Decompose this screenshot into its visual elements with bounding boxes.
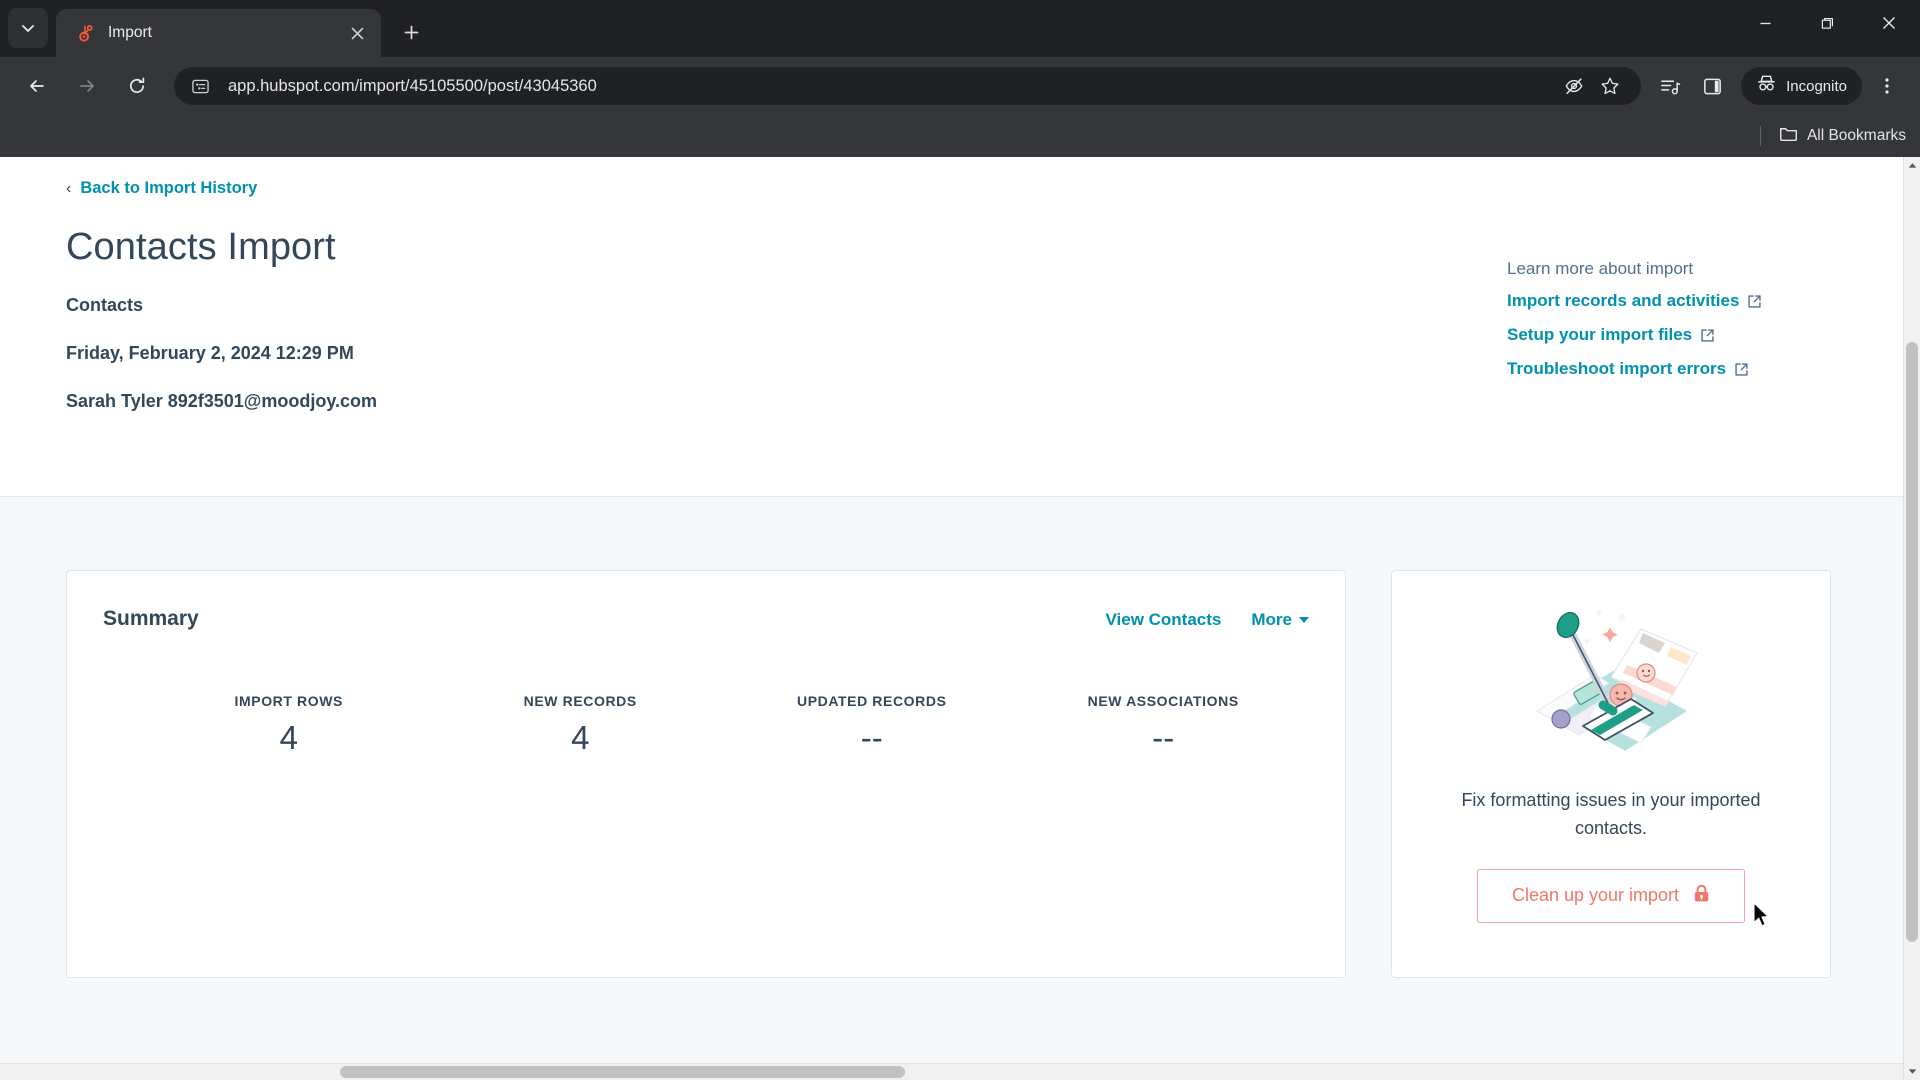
vertical-scrollbar[interactable]	[1903, 157, 1920, 1080]
stat-value: --	[1152, 719, 1175, 756]
scroll-down-arrow[interactable]	[1904, 1063, 1920, 1080]
chevron-left-icon: ‹	[66, 179, 72, 197]
window-close-button[interactable]	[1858, 0, 1920, 46]
horizontal-scrollbar-thumb[interactable]	[340, 1066, 905, 1078]
page-header-section: ‹ Back to Import History Contacts Import…	[0, 157, 1903, 497]
stat-label: IMPORT ROWS	[234, 693, 343, 709]
tab-strip: Import	[0, 0, 1920, 57]
stat-updated-records: UPDATED RECORDS --	[726, 693, 1018, 757]
page-viewport: ‹ Back to Import History Contacts Import…	[0, 157, 1920, 1080]
back-button[interactable]	[19, 68, 55, 104]
more-dropdown-button[interactable]: More	[1251, 610, 1309, 630]
back-link-label: Back to Import History	[80, 179, 258, 197]
stat-value: 4	[571, 719, 590, 756]
window-maximize-button[interactable]	[1796, 0, 1858, 46]
summary-card-header: Summary View Contacts More	[103, 607, 1309, 631]
plus-icon	[404, 25, 418, 39]
reload-button[interactable]	[119, 68, 155, 104]
forward-button[interactable]	[69, 68, 105, 104]
caret-down-icon	[1299, 617, 1309, 623]
help-link-label: Troubleshoot import errors	[1507, 359, 1727, 378]
help-link-label: Import records and activities	[1507, 291, 1740, 310]
arrow-right-icon	[80, 80, 94, 92]
help-link-troubleshoot[interactable]: Troubleshoot import errors	[1507, 359, 1837, 379]
stat-new-records: NEW RECORDS 4	[435, 693, 727, 757]
bookmark-star-icon[interactable]	[1595, 71, 1625, 101]
lock-icon	[1693, 884, 1710, 908]
scroll-up-arrow[interactable]	[1904, 157, 1920, 174]
more-label: More	[1251, 610, 1292, 629]
clean-up-your-import-button[interactable]: Clean up your import	[1476, 868, 1746, 923]
stat-label: NEW ASSOCIATIONS	[1087, 693, 1239, 709]
folder-icon	[1779, 124, 1798, 148]
promo-button-label: Clean up your import	[1511, 885, 1680, 906]
view-contacts-button[interactable]: View Contacts	[1105, 610, 1221, 630]
import-object-type: Contacts	[66, 295, 144, 315]
tab-title: Import	[108, 24, 152, 41]
incognito-hat-icon	[1756, 73, 1777, 99]
summary-title: Summary	[103, 607, 199, 630]
stat-value: 4	[279, 719, 298, 756]
stat-label: NEW RECORDS	[523, 693, 637, 709]
hubspot-sprocket-icon	[74, 23, 94, 43]
omnibox-actions	[1559, 71, 1625, 101]
import-date: Friday, February 2, 2024 12:29 PM	[66, 343, 354, 363]
back-to-import-history-link[interactable]: ‹ Back to Import History	[66, 179, 257, 198]
bookmarks-divider	[1759, 126, 1761, 146]
browser-toolbar: app.hubspot.com/import/45105500/post/430…	[0, 57, 1920, 115]
stat-label: UPDATED RECORDS	[796, 693, 947, 709]
new-tab-button[interactable]	[393, 14, 429, 50]
external-link-icon	[1734, 362, 1749, 377]
external-link-icon	[1747, 294, 1762, 309]
arrow-left-icon	[30, 80, 44, 92]
help-heading: Learn more about import	[1507, 259, 1694, 278]
reload-icon	[129, 77, 145, 93]
window-minimize-button[interactable]	[1734, 0, 1796, 46]
media-list-icon[interactable]	[1652, 68, 1688, 104]
all-bookmarks-label: All Bookmarks	[1806, 127, 1906, 144]
summary-card: Summary View Contacts More IMPORT ROWS 4…	[66, 570, 1346, 978]
incognito-label: Incognito	[1786, 77, 1847, 95]
import-user: Sarah Tyler 892f3501@moodjoy.com	[66, 391, 378, 411]
bookmarks-bar: All Bookmarks	[0, 115, 1920, 157]
help-link-import-records[interactable]: Import records and activities	[1507, 291, 1837, 311]
eye-slash-icon[interactable]	[1559, 71, 1589, 101]
url-text: app.hubspot.com/import/45105500/post/430…	[228, 76, 597, 95]
stat-import-rows: IMPORT ROWS 4	[143, 693, 435, 757]
help-links-panel: Learn more about import Import records a…	[1507, 179, 1837, 412]
mop-cleaning-data-illustration	[1491, 591, 1731, 771]
summary-stats: IMPORT ROWS 4 NEW RECORDS 4 UPDATED RECO…	[103, 693, 1309, 757]
browser-window: Import app.hubspot.com/import/45105500/p…	[0, 0, 1920, 1080]
vertical-scrollbar-thumb[interactable]	[1906, 342, 1918, 942]
window-controls	[1734, 0, 1920, 46]
summary-actions: View Contacts More	[1105, 610, 1309, 630]
three-dot-menu-icon[interactable]	[1869, 68, 1905, 104]
page-header-left: ‹ Back to Import History Contacts Import…	[66, 179, 1507, 412]
clean-up-promo-card: Fix formatting issues in your imported c…	[1391, 570, 1831, 978]
page-body-section: Summary View Contacts More IMPORT ROWS 4…	[0, 497, 1903, 1080]
page-info-icon[interactable]	[190, 76, 210, 96]
promo-description: Fix formatting issues in your imported c…	[1461, 790, 1761, 838]
incognito-indicator[interactable]: Incognito	[1741, 67, 1862, 105]
tab-close-button[interactable]	[343, 19, 371, 47]
address-bar[interactable]: app.hubspot.com/import/45105500/post/430…	[174, 67, 1642, 105]
external-link-icon	[1700, 328, 1715, 343]
page-title: Contacts Import	[66, 226, 336, 268]
help-link-setup-files[interactable]: Setup your import files	[1507, 325, 1837, 345]
horizontal-scrollbar[interactable]	[0, 1063, 1903, 1080]
stat-new-associations: NEW ASSOCIATIONS --	[1018, 693, 1310, 757]
side-panel-icon[interactable]	[1694, 68, 1730, 104]
help-link-label: Setup your import files	[1507, 325, 1693, 344]
chevron-down-icon	[22, 25, 34, 32]
browser-tab-import[interactable]: Import	[56, 9, 381, 57]
stat-value: --	[860, 719, 883, 756]
tab-search-button[interactable]	[8, 8, 48, 48]
hubspot-import-page: ‹ Back to Import History Contacts Import…	[0, 157, 1903, 1080]
all-bookmarks-button[interactable]: All Bookmarks	[1779, 124, 1906, 148]
